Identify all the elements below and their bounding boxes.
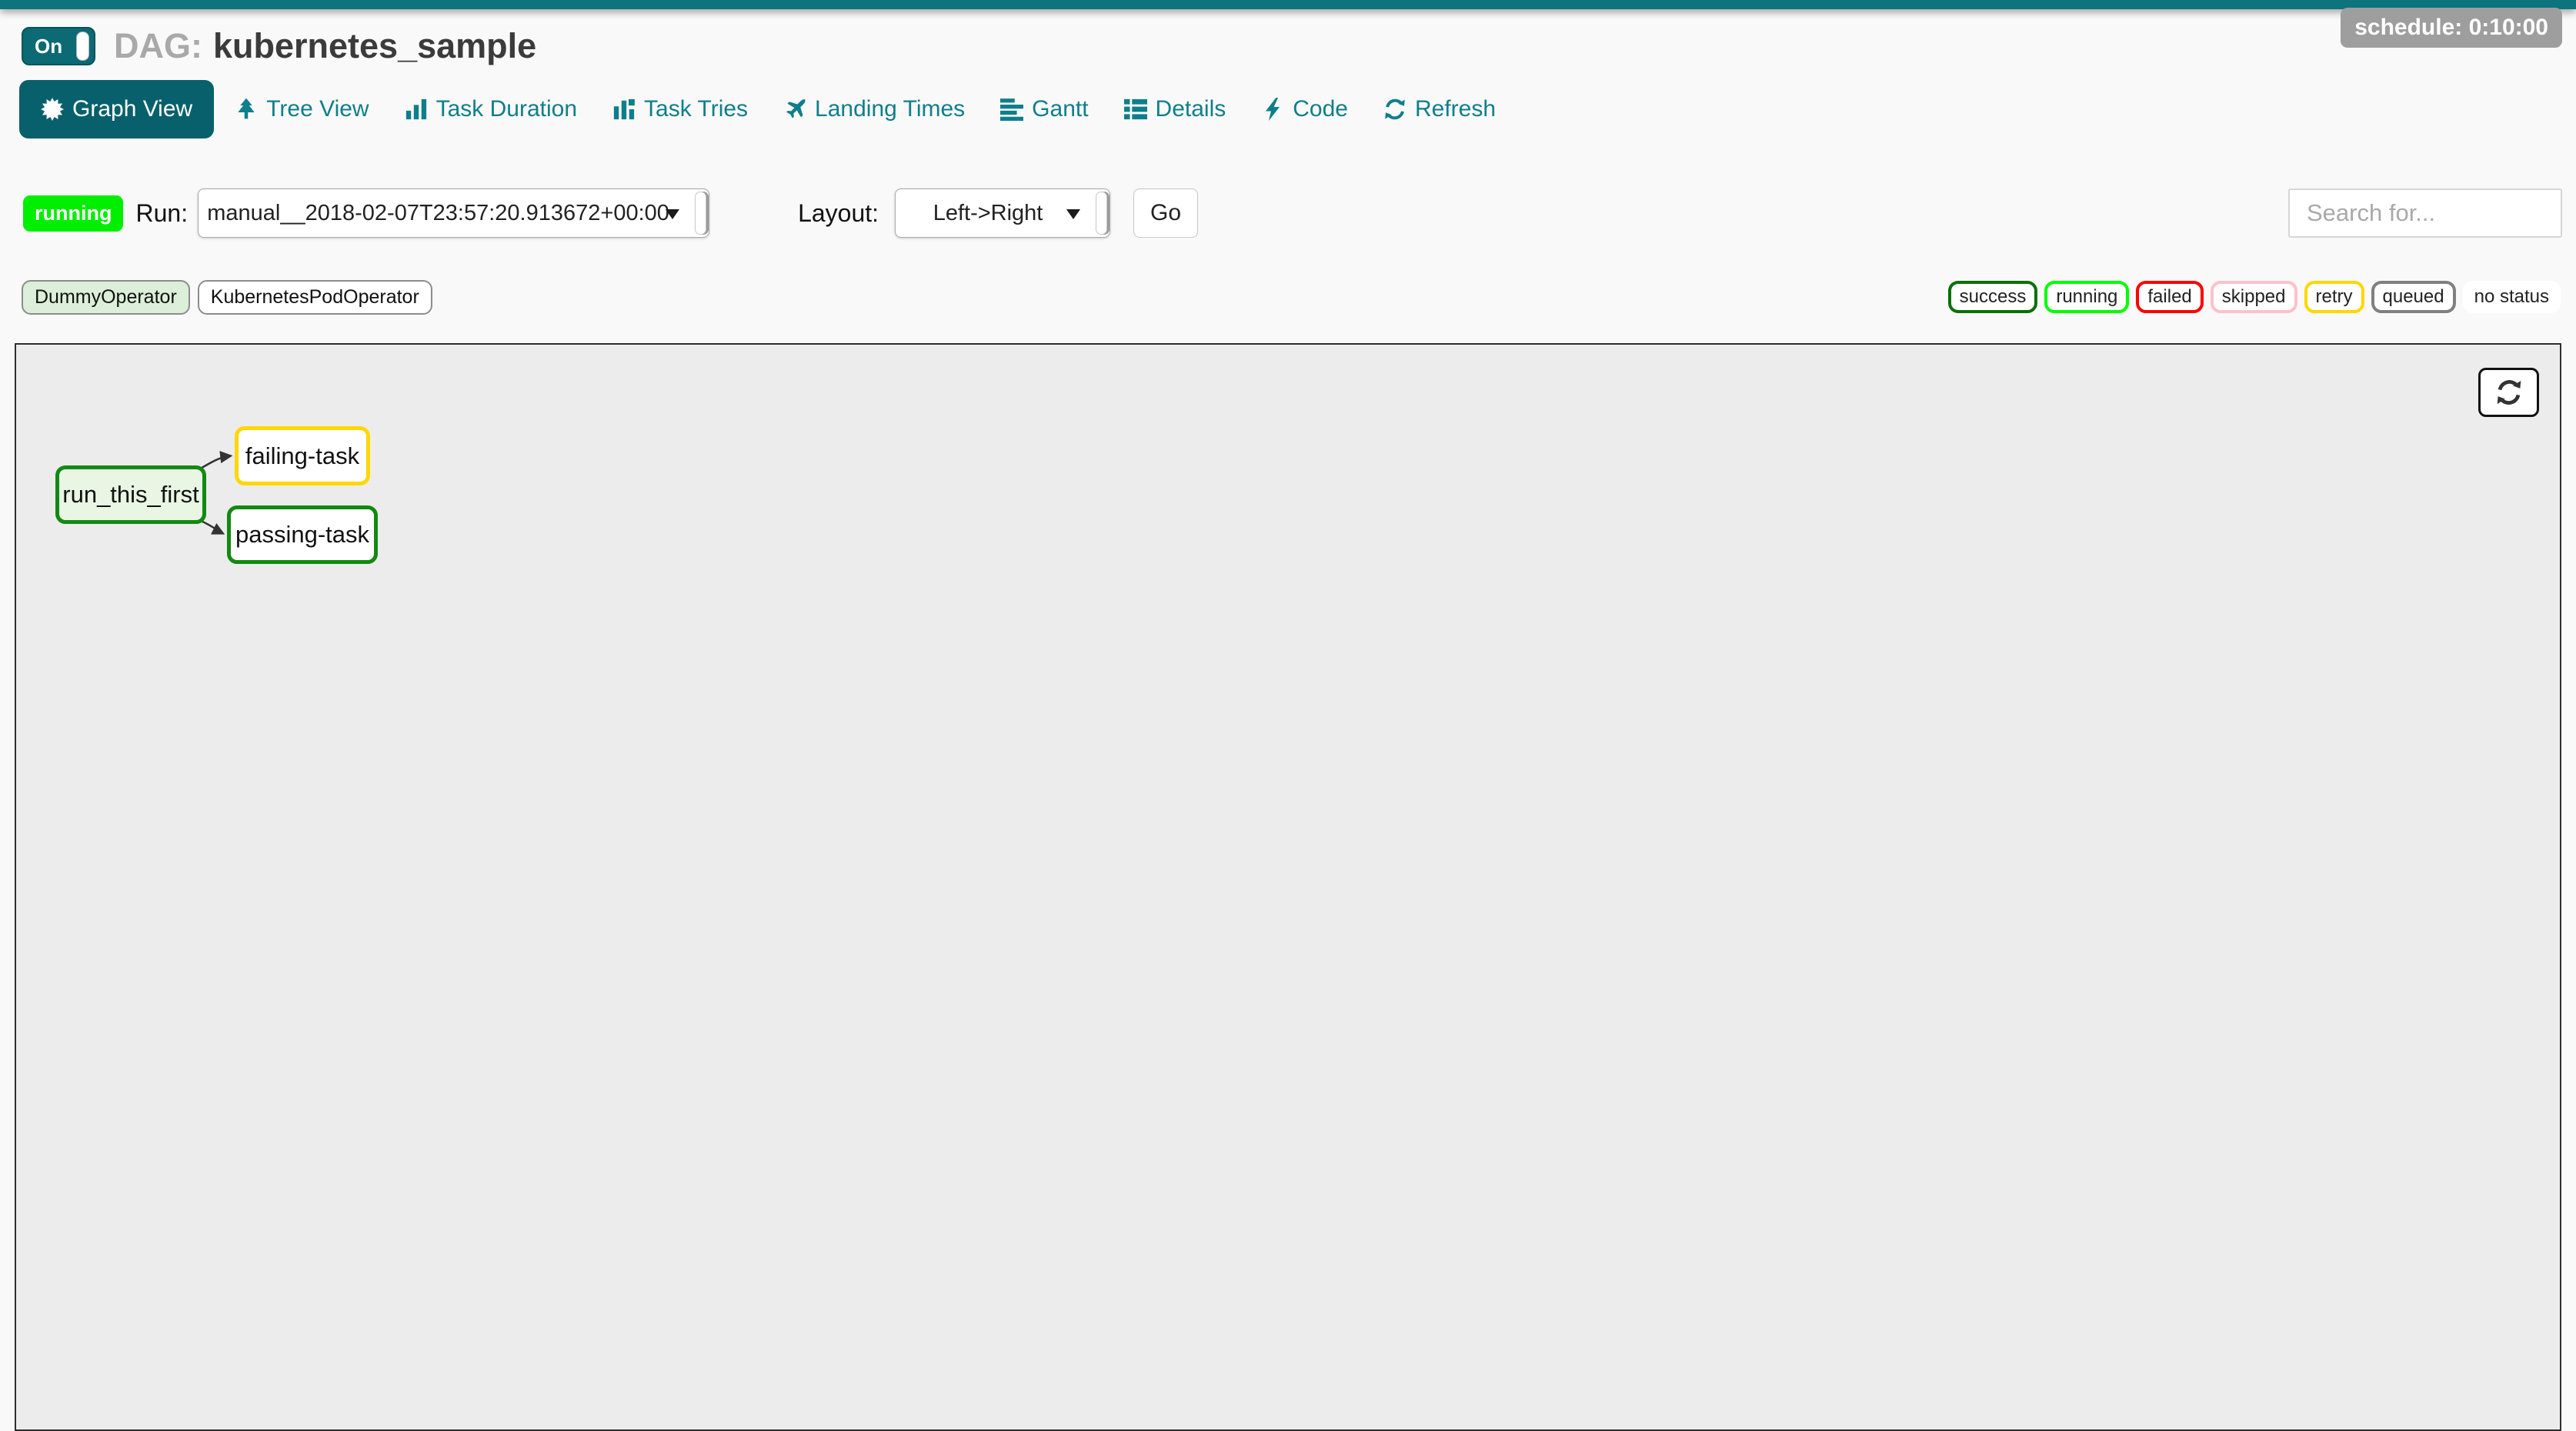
refresh-icon [2495, 379, 2523, 406]
run-controls: running Run: manual__2018-02-07T23:57:20… [23, 188, 2576, 239]
schedule-badge: schedule: 0:10:00 [2341, 8, 2562, 48]
graph-refresh-button[interactable] [2478, 368, 2539, 417]
tab-label: Details [1156, 96, 1226, 122]
tab-refresh[interactable]: Refresh [1366, 80, 1513, 138]
tree-icon [235, 98, 258, 121]
task-tries-icon [612, 98, 636, 121]
dag-title-prefix: DAG: [114, 26, 202, 66]
legend-row: DummyOperator KubernetesPodOperator succ… [22, 280, 2561, 314]
tab-label: Graph View [72, 96, 192, 122]
go-button[interactable]: Go [1133, 188, 1198, 238]
operator-legend-kubernetespodoperator: KubernetesPodOperator [198, 280, 432, 315]
tab-graph-view[interactable]: Graph View [19, 80, 214, 138]
bolt-icon [1261, 98, 1284, 121]
bar-chart-icon [405, 98, 428, 121]
tab-label: Task Tries [644, 96, 748, 122]
layout-select[interactable]: Left->Right [895, 188, 1110, 238]
search-input[interactable] [2288, 188, 2562, 238]
plane-icon [783, 98, 806, 121]
tab-label: Code [1293, 96, 1348, 122]
tab-details[interactable]: Details [1106, 80, 1244, 138]
tab-label: Landing Times [815, 96, 965, 122]
status-legend-failed: failed [2136, 281, 2203, 313]
toggle-knob[interactable] [76, 32, 89, 61]
dag-edges [16, 345, 2560, 1429]
gantt-icon [1000, 98, 1023, 121]
tab-task-duration[interactable]: Task Duration [387, 80, 595, 138]
task-node-run-this-first[interactable]: run_this_first [55, 465, 206, 524]
status-legend-no-status: no status [2463, 281, 2561, 313]
layout-label: Layout: [798, 199, 879, 228]
refresh-icon [1383, 98, 1406, 121]
status-legend-retry: retry [2304, 281, 2364, 313]
run-select[interactable]: manual__2018-02-07T23:57:20.913672+00:00 [198, 188, 709, 238]
status-legend: success running failed skipped retry que… [1948, 281, 2561, 313]
view-tabs: Graph View Tree View Task Duration Task … [19, 80, 2576, 138]
status-legend-success: success [1948, 281, 2038, 313]
run-select-value: manual__2018-02-07T23:57:20.913672+00:00 [207, 201, 669, 226]
dag-on-toggle[interactable]: On [22, 27, 95, 65]
chevron-down-icon [1066, 209, 1080, 219]
status-legend-skipped: skipped [2211, 281, 2297, 313]
task-node-passing-task[interactable]: passing-task [227, 505, 378, 564]
edge-run-this-first-to-passing-task [199, 520, 223, 534]
tab-label: Tree View [266, 96, 369, 122]
chevron-down-icon [666, 209, 679, 219]
tab-code[interactable]: Code [1243, 80, 1366, 138]
graph-view-icon [41, 98, 64, 121]
tab-landing-times[interactable]: Landing Times [766, 80, 983, 138]
top-accent-bar [0, 0, 2576, 9]
status-legend-running: running [2044, 281, 2129, 313]
tab-gantt[interactable]: Gantt [983, 80, 1106, 138]
edge-run-this-first-to-failing-task [199, 456, 231, 470]
tab-label: Gantt [1032, 96, 1088, 122]
dag-name: kubernetes_sample [213, 26, 536, 66]
layout-select-value: Left->Right [933, 201, 1043, 226]
dag-header: On DAG: kubernetes_sample [22, 25, 2576, 68]
select-scroll-strip [1096, 192, 1107, 235]
dag-run-status-badge: running [23, 195, 123, 232]
details-icon [1124, 98, 1147, 121]
toggle-on-label: On [35, 35, 62, 58]
operator-legend-dummyoperator: DummyOperator [22, 280, 190, 315]
tab-label: Task Duration [436, 96, 577, 122]
status-legend-queued: queued [2371, 281, 2456, 313]
task-node-failing-task[interactable]: failing-task [235, 426, 370, 485]
operator-legend: DummyOperator KubernetesPodOperator [22, 280, 432, 315]
run-label: Run: [135, 199, 188, 228]
tab-label: Refresh [1415, 96, 1496, 122]
graph-canvas[interactable]: run_this_first failing-task passing-task [15, 343, 2561, 1431]
tab-tree-view[interactable]: Tree View [217, 80, 386, 138]
page-title: DAG: kubernetes_sample [114, 26, 536, 66]
tab-task-tries[interactable]: Task Tries [595, 80, 766, 138]
select-scroll-strip [695, 192, 706, 235]
